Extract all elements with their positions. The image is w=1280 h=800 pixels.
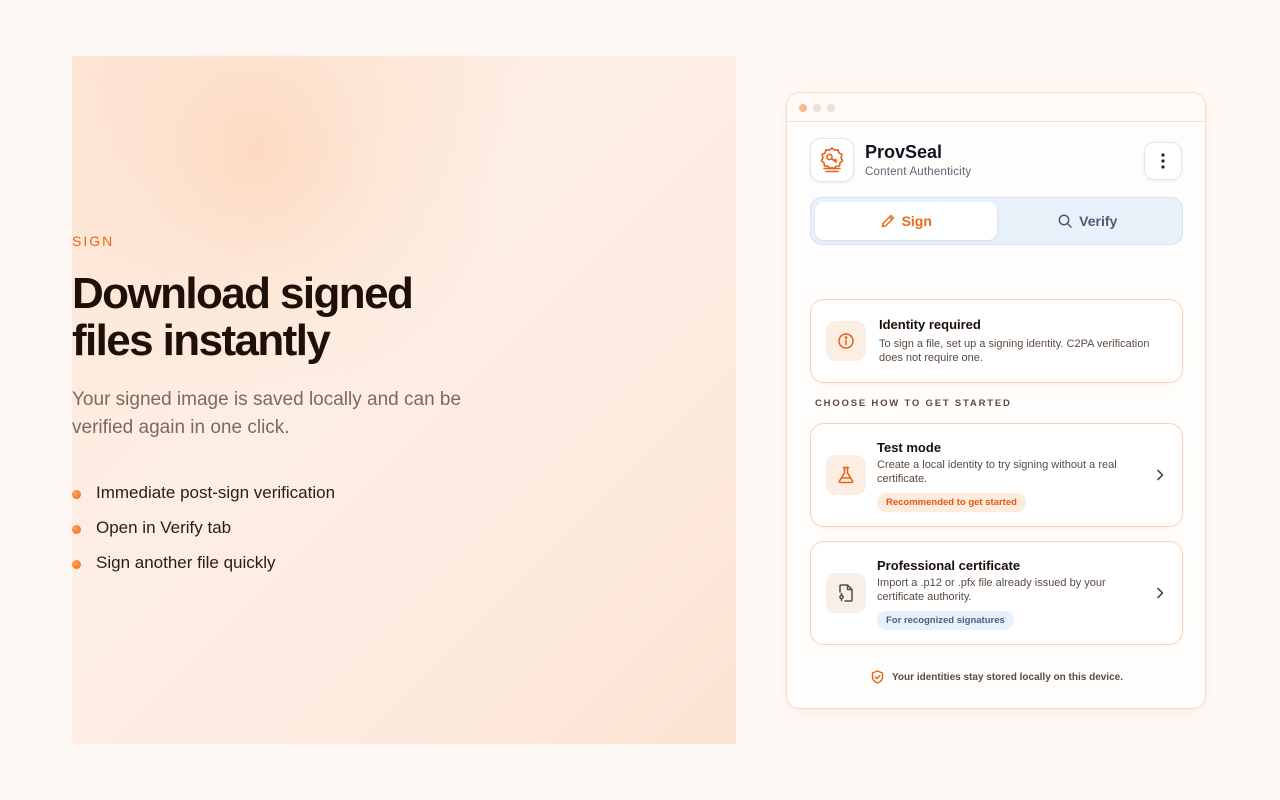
info-icon-box: [826, 321, 866, 361]
feature-item: Open in Verify tab: [72, 510, 335, 545]
chevron-right-icon: [1157, 587, 1164, 599]
mode-tabs: Sign Verify: [810, 197, 1183, 245]
option-title: Test mode: [877, 440, 942, 455]
feature-list: Immediate post-sign verification Open in…: [72, 475, 335, 580]
notice-body: To sign a file, set up a signing identit…: [879, 338, 1150, 364]
option-test-mode[interactable]: Test mode Create a local identity to try…: [810, 423, 1183, 527]
tab-verify[interactable]: Verify: [997, 202, 1179, 240]
recommended-badge: Recommended to get started: [877, 493, 1026, 512]
option-title: Professional certificate: [877, 558, 1021, 573]
flask-icon: [838, 466, 854, 484]
app-logo: [810, 138, 854, 182]
more-options-button[interactable]: [1144, 142, 1182, 180]
window-titlebar: [787, 93, 1205, 122]
option-description: Create a local identity to try signing w…: [877, 459, 1117, 485]
feature-item: Immediate post-sign verification: [72, 475, 335, 510]
tab-verify-label: Verify: [1079, 213, 1118, 229]
hero-headline: Download signed files instantly: [72, 269, 414, 365]
brand: ProvSeal Content Authenticity: [865, 142, 971, 178]
window-controls: [799, 104, 835, 112]
chevron-right-icon: [1157, 469, 1164, 481]
feature-item: Sign another file quickly: [72, 545, 335, 580]
section-eyebrow: SIGN: [72, 233, 115, 249]
feature-label: Open in Verify tab: [96, 517, 232, 537]
bullet-dot-icon: [72, 490, 81, 499]
section-label: CHOOSE HOW TO GET STARTED: [815, 398, 1012, 409]
identity-required-notice: Identity required To sign a file, set up…: [810, 299, 1183, 383]
app-window: ProvSeal Content Authenticity Sign Verif…: [786, 92, 1206, 709]
app-name: ProvSeal: [865, 142, 943, 162]
certificate-icon-box: [826, 573, 866, 613]
zoom-window-button[interactable]: [827, 104, 835, 112]
notice-title: Identity required: [879, 317, 981, 332]
feature-label: Sign another file quickly: [96, 552, 276, 572]
tab-sign[interactable]: Sign: [815, 202, 997, 240]
bullet-dot-icon: [72, 525, 81, 534]
recognized-signatures-badge: For recognized signatures: [877, 611, 1014, 630]
option-professional-certificate[interactable]: Professional certificate Import a .p12 o…: [810, 541, 1183, 645]
hero-subtext: Your signed image is saved locally and c…: [72, 389, 462, 438]
minimize-window-button[interactable]: [813, 104, 821, 112]
search-icon: [1058, 214, 1072, 228]
app-subtitle: Content Authenticity: [865, 166, 972, 178]
shield-check-icon: [871, 670, 884, 684]
tab-sign-label: Sign: [901, 213, 932, 229]
vertical-dots-icon: [1161, 153, 1165, 169]
privacy-note: Your identities stay stored locally on t…: [787, 670, 1205, 684]
certificate-file-icon: [839, 584, 853, 602]
feature-label: Immediate post-sign verification: [96, 482, 336, 502]
pencil-icon: [881, 214, 894, 228]
privacy-note-text: Your identities stay stored locally on t…: [892, 671, 1123, 683]
bullet-dot-icon: [72, 560, 81, 569]
info-icon: [838, 333, 854, 349]
option-description: Import a .p12 or .pfx file already issue…: [877, 577, 1106, 603]
app-header: ProvSeal Content Authenticity: [810, 138, 971, 182]
flask-icon-box: [826, 455, 866, 495]
close-window-button[interactable]: [799, 104, 807, 112]
seal-logo-icon: [820, 147, 844, 173]
